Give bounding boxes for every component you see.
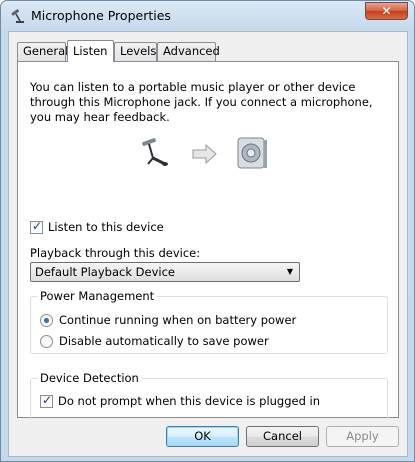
ok-button[interactable]: OK: [166, 426, 239, 447]
microphone-icon: [142, 138, 168, 166]
dialog-window: Microphone Properties ✕ General Listen L…: [0, 0, 415, 462]
tab-advanced[interactable]: Advanced: [157, 42, 220, 61]
microphone-title-icon: [11, 9, 24, 23]
dialog-client: General Listen Levels Advanced You can l…: [8, 31, 408, 457]
title-bar[interactable]: Microphone Properties ✕: [1, 1, 414, 31]
no-prompt-checkbox[interactable]: ✓: [40, 392, 53, 408]
radio-continue-row[interactable]: Continue running when on battery power: [40, 313, 296, 327]
radio-disable-label: Disable automatically to save power: [59, 334, 269, 348]
tab-strip: General Listen Levels Advanced: [17, 40, 397, 62]
radio-disable[interactable]: [40, 334, 53, 348]
power-management-group: Power Management Continue running when o…: [30, 289, 388, 354]
radio-disable-row[interactable]: Disable automatically to save power: [40, 334, 269, 348]
listen-description: You can listen to a portable music playe…: [30, 80, 373, 124]
checkmark-icon: ✓: [42, 392, 53, 407]
device-detection-title: Device Detection: [37, 371, 142, 385]
no-prompt-checkbox-row[interactable]: ✓ Do not prompt when this device is plug…: [40, 392, 321, 408]
power-management-title: Power Management: [37, 289, 158, 303]
listen-checkbox-label: Listen to this device: [48, 220, 164, 234]
speaker-icon: [237, 137, 267, 169]
device-detection-group: Device Detection ✓ Do not prompt when th…: [30, 371, 388, 420]
arrow-right-icon: [192, 144, 217, 164]
no-prompt-checkbox-label: Do not prompt when this device is plugge…: [58, 394, 321, 408]
chevron-down-icon: ▼: [286, 267, 293, 276]
cancel-button[interactable]: Cancel: [246, 426, 319, 447]
checkmark-icon: ✓: [32, 218, 43, 233]
tab-general[interactable]: General: [17, 42, 68, 61]
playback-device-value: Default Playback Device: [35, 265, 175, 279]
listen-panel: You can listen to a portable music playe…: [17, 61, 399, 420]
device-icons: [138, 134, 278, 174]
listen-checkbox[interactable]: ✓: [30, 218, 43, 234]
close-button[interactable]: ✕: [365, 2, 408, 20]
playback-device-select[interactable]: Default Playback Device ▼: [30, 262, 300, 282]
listen-checkbox-row[interactable]: ✓ Listen to this device: [30, 218, 164, 234]
radio-continue[interactable]: [40, 313, 53, 327]
apply-button[interactable]: Apply: [326, 426, 399, 447]
playback-label: Playback through this device:: [30, 246, 201, 260]
tab-levels[interactable]: Levels: [114, 42, 157, 61]
window-title: Microphone Properties: [31, 8, 171, 23]
tab-listen[interactable]: Listen: [67, 40, 114, 62]
radio-continue-label: Continue running when on battery power: [59, 313, 297, 327]
